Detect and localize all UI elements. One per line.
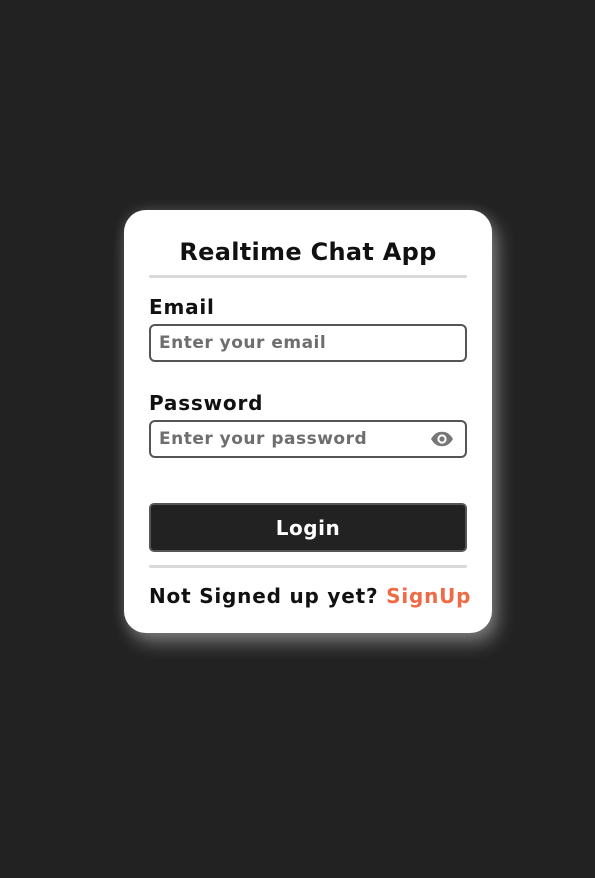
password-label: Password [149, 391, 264, 415]
password-field[interactable] [151, 422, 465, 456]
signup-row: Not Signed up yet? SignUp [149, 583, 470, 609]
email-field-wrapper [149, 324, 467, 362]
title-divider [149, 275, 467, 278]
email-label: Email [149, 295, 215, 319]
eye-icon-graphic [431, 431, 453, 447]
password-field-wrapper [149, 420, 467, 458]
page-title: Realtime Chat App [179, 238, 437, 266]
login-card: Realtime Chat App Email Password Login N… [124, 210, 492, 633]
signup-link[interactable]: SignUp [386, 584, 471, 608]
email-field[interactable] [151, 326, 465, 360]
eye-icon[interactable] [430, 431, 454, 447]
login-button[interactable]: Login [149, 503, 467, 552]
signup-prompt: Not Signed up yet? [149, 584, 379, 608]
footer-divider [149, 565, 467, 568]
